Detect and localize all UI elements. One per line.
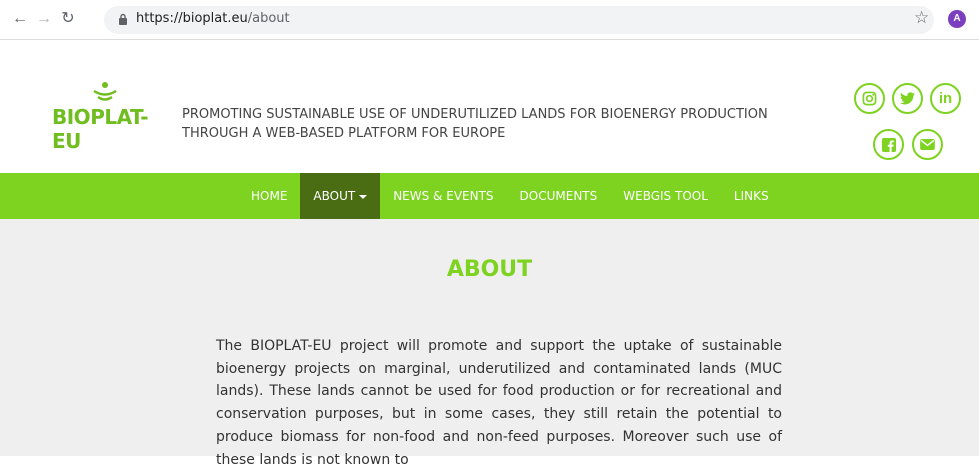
site-logo[interactable]: BIOPLAT-EU (52, 81, 152, 153)
nav-news-events[interactable]: NEWS & EVENTS (380, 173, 506, 219)
email-icon[interactable] (912, 129, 943, 160)
nav-documents[interactable]: DOCUMENTS (507, 173, 611, 219)
lock-icon (119, 13, 127, 25)
page-title: ABOUT (446, 257, 533, 282)
address-url[interactable]: https://bioplat.eu/about (136, 11, 290, 26)
forward-arrow-icon[interactable]: → (34, 9, 54, 29)
content-area: ABOUT The BIOPLAT-EU project will promot… (0, 219, 979, 468)
twitter-icon[interactable] (892, 83, 923, 114)
reload-icon[interactable]: ↻ (58, 9, 78, 29)
url-host: https://bioplat.eu (136, 11, 248, 26)
nav-about[interactable]: ABOUT (300, 173, 381, 219)
linkedin-icon[interactable]: in (930, 83, 961, 114)
nav-home[interactable]: HOME (238, 173, 300, 219)
facebook-icon[interactable] (873, 129, 904, 160)
site-tagline: PROMOTING SUSTAINABLE USE OF UNDERUTILIZ… (182, 107, 768, 141)
logo-text: BIOPLAT-EU (52, 105, 149, 153)
profile-avatar[interactable]: A (948, 10, 966, 28)
back-arrow-icon[interactable]: ← (10, 9, 30, 29)
url-path: /about (247, 11, 290, 26)
nav-links[interactable]: LINKS (721, 173, 782, 219)
nav-webgis-tool[interactable]: WEBGIS TOOL (610, 173, 721, 219)
about-paragraph: The BIOPLAT-EU project will promote and … (216, 338, 782, 468)
bookmark-star-icon[interactable]: ☆ (914, 8, 929, 28)
main-navigation: HOME ABOUT NEWS & EVENTS DOCUMENTS WEBGI… (0, 173, 979, 219)
website: BIOPLAT-EU PROMOTING SUSTAINABLE USE OF … (0, 41, 979, 468)
browser-toolbar: ← → ↻ https://bioplat.eu/about ☆ A (0, 0, 979, 40)
instagram-icon[interactable] (854, 83, 885, 114)
nav-about-label: ABOUT (313, 189, 356, 203)
caret-down-icon (359, 194, 368, 199)
